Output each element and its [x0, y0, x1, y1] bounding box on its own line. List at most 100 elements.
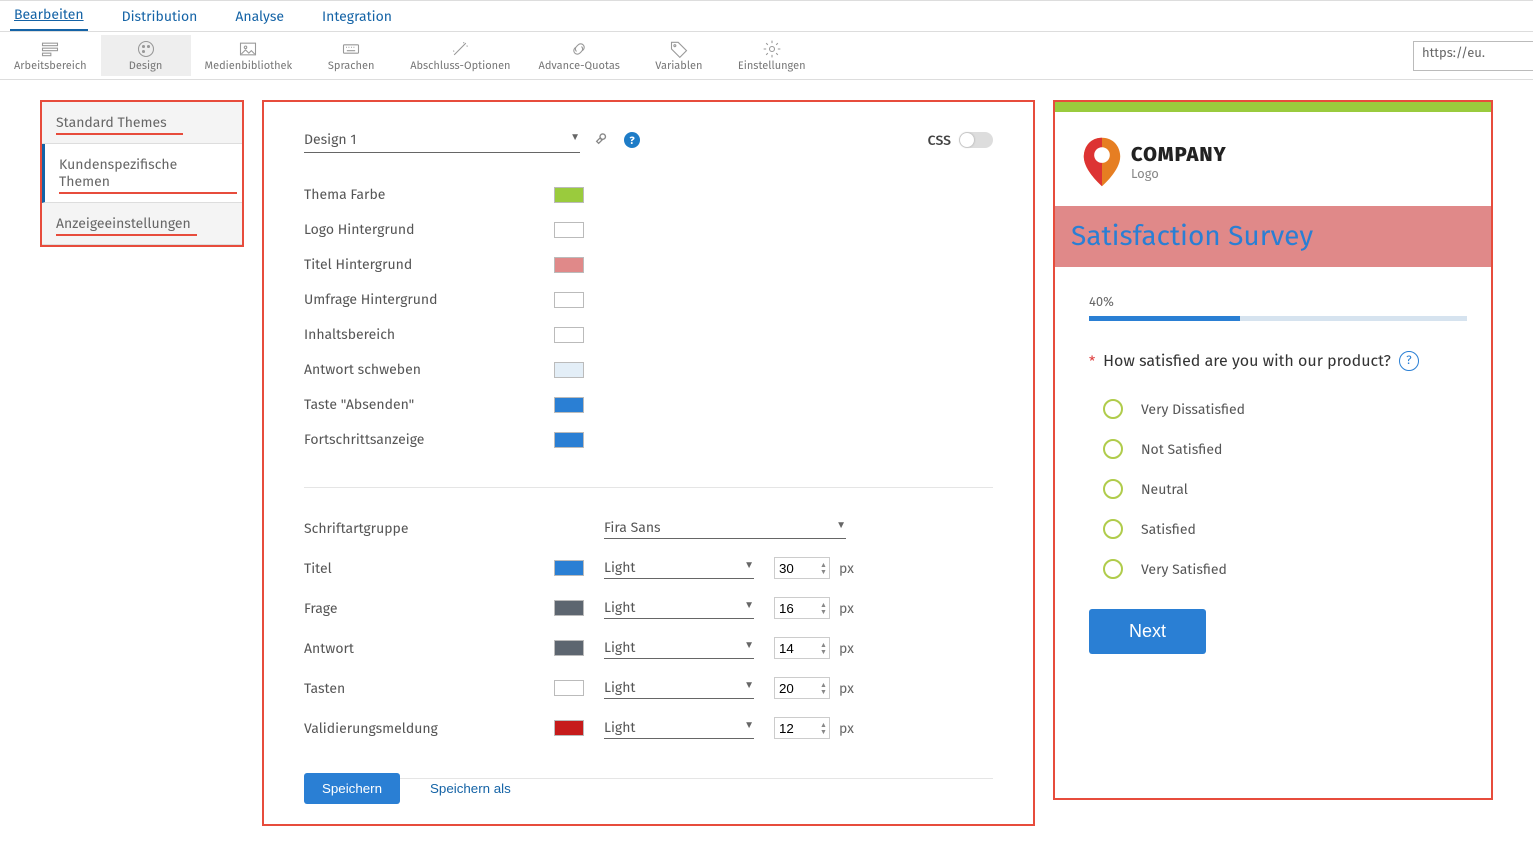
font-family-value: Fira Sans — [604, 519, 661, 536]
css-toggle-label: CSS — [928, 132, 951, 149]
preview-progress-fill — [1089, 316, 1240, 321]
font-weight-select[interactable]: Light▼ — [604, 717, 754, 739]
sidebar-item-label: Anzeigeeinstellungen — [56, 215, 191, 232]
toolbar-label: Design — [129, 59, 162, 72]
css-toggle[interactable] — [959, 132, 993, 148]
wrench-icon[interactable] — [594, 130, 610, 150]
preview-theme-bar — [1055, 102, 1491, 112]
question-help-icon[interactable]: ? — [1399, 351, 1419, 371]
tab-distribution[interactable]: Distribution — [118, 2, 202, 31]
sidebar-item[interactable]: Standard Themes — [42, 102, 242, 144]
toolbar-keyboard[interactable]: Sprachen — [306, 35, 396, 76]
color-label: Logo Hintergrund — [304, 221, 554, 238]
sidebar-item[interactable]: Kundenspezifische Themen — [42, 144, 242, 203]
sidebar-item[interactable]: Anzeigeeinstellungen — [42, 203, 242, 245]
stepper-icon[interactable]: ▲▼ — [820, 601, 827, 615]
font-weight-select[interactable]: Light▼ — [604, 677, 754, 699]
option-label: Very Satisfied — [1141, 561, 1227, 578]
font-row-label: Titel — [304, 560, 554, 577]
preview-option[interactable]: Very Dissatisfied — [1103, 389, 1467, 429]
theme-select[interactable]: Design 1 ▼ — [304, 127, 580, 153]
chevron-down-icon: ▼ — [744, 679, 754, 696]
color-swatch[interactable] — [554, 397, 584, 413]
chevron-down-icon: ▼ — [744, 599, 754, 616]
tab-analyse[interactable]: Analyse — [231, 2, 288, 31]
tab-integration[interactable]: Integration — [318, 2, 396, 31]
sidebar-item-label: Standard Themes — [56, 114, 167, 131]
toolbar-workspace[interactable]: Arbeitsbereich — [0, 35, 101, 76]
color-label: Taste "Absenden" — [304, 396, 554, 413]
preview-option[interactable]: Satisfied — [1103, 509, 1467, 549]
option-label: Very Dissatisfied — [1141, 401, 1245, 418]
font-family-select[interactable]: Fira Sans ▼ — [604, 517, 846, 539]
preview-option[interactable]: Neutral — [1103, 469, 1467, 509]
save-button[interactable]: Speichern — [304, 773, 400, 804]
font-weight-select[interactable]: Light▼ — [604, 637, 754, 659]
color-swatch[interactable] — [554, 222, 584, 238]
tab-bearbeiten[interactable]: Bearbeiten — [10, 0, 88, 31]
toolbar-palette[interactable]: Design — [101, 35, 191, 76]
company-pin-icon — [1079, 136, 1125, 188]
color-swatch[interactable] — [554, 432, 584, 448]
sidebar-item-label: Kundenspezifische Themen — [59, 156, 177, 190]
toolbar-label: Advance-Quotas — [539, 59, 620, 72]
survey-preview: COMPANY Logo Satisfaction Survey 40% * H… — [1053, 100, 1493, 800]
option-label: Neutral — [1141, 481, 1188, 498]
toolbar-label: Sprachen — [328, 59, 375, 72]
color-label: Thema Farbe — [304, 186, 554, 203]
toolbar-gear[interactable]: Einstellungen — [724, 35, 820, 76]
design-editor-panel: Design 1 ▼ ? CSS Thema Farbe Logo Hinterg… — [262, 100, 1035, 826]
preview-company-name: COMPANY — [1131, 143, 1227, 167]
toolbar-label: Einstellungen — [738, 59, 806, 72]
chevron-down-icon: ▼ — [744, 719, 754, 736]
stepper-icon[interactable]: ▲▼ — [820, 721, 827, 735]
font-color-swatch[interactable] — [554, 680, 584, 696]
font-color-swatch[interactable] — [554, 640, 584, 656]
option-label: Not Satisfied — [1141, 441, 1222, 458]
survey-url-field[interactable]: https://eu. — [1413, 41, 1533, 71]
font-row-label: Frage — [304, 600, 554, 617]
toolbar-tag[interactable]: Variablen — [634, 35, 724, 76]
color-swatch[interactable] — [554, 292, 584, 308]
color-swatch[interactable] — [554, 187, 584, 203]
color-swatch[interactable] — [554, 257, 584, 273]
unit-label: px — [839, 680, 854, 697]
toolbar-image[interactable]: Medienbibliothek — [191, 35, 307, 76]
color-swatch[interactable] — [554, 362, 584, 378]
color-swatch[interactable] — [554, 327, 584, 343]
color-label: Umfrage Hintergrund — [304, 291, 554, 308]
font-color-swatch[interactable] — [554, 600, 584, 616]
save-as-button[interactable]: Speichern als — [430, 781, 511, 796]
preview-option[interactable]: Very Satisfied — [1103, 549, 1467, 589]
unit-label: px — [839, 560, 854, 577]
stepper-icon[interactable]: ▲▼ — [820, 561, 827, 575]
color-label: Inhaltsbereich — [304, 326, 554, 343]
theme-select-value: Design 1 — [304, 131, 356, 148]
toolbar-label: Medienbibliothek — [205, 59, 293, 72]
font-row-label: Validierungsmeldung — [304, 720, 554, 737]
toolbar: Arbeitsbereich Design Medienbibliothek Spra… — [0, 32, 1533, 80]
font-weight-select[interactable]: Light▼ — [604, 597, 754, 619]
font-color-swatch[interactable] — [554, 560, 584, 576]
preview-next-button[interactable]: Next — [1089, 609, 1206, 654]
chevron-down-icon: ▼ — [570, 131, 580, 148]
toolbar-label: Abschluss-Optionen — [410, 59, 510, 72]
color-label: Fortschrittsanzeige — [304, 431, 554, 448]
stepper-icon[interactable]: ▲▼ — [820, 681, 827, 695]
preview-logo: COMPANY Logo — [1055, 112, 1491, 206]
preview-question-text: How satisfied are you with our product? — [1103, 352, 1391, 371]
chevron-down-icon: ▼ — [836, 519, 846, 536]
help-icon[interactable]: ? — [624, 132, 640, 148]
color-label: Antwort schweben — [304, 361, 554, 378]
font-color-swatch[interactable] — [554, 720, 584, 736]
toolbar-wand[interactable]: Abschluss-Optionen — [396, 35, 524, 76]
radio-icon — [1103, 559, 1123, 579]
preview-option[interactable]: Not Satisfied — [1103, 429, 1467, 469]
toolbar-chain[interactable]: Advance-Quotas — [525, 35, 634, 76]
font-weight-select[interactable]: Light▼ — [604, 557, 754, 579]
radio-icon — [1103, 399, 1123, 419]
stepper-icon[interactable]: ▲▼ — [820, 641, 827, 655]
unit-label: px — [839, 600, 854, 617]
required-indicator: * — [1089, 353, 1095, 370]
preview-progress-track — [1089, 316, 1467, 321]
